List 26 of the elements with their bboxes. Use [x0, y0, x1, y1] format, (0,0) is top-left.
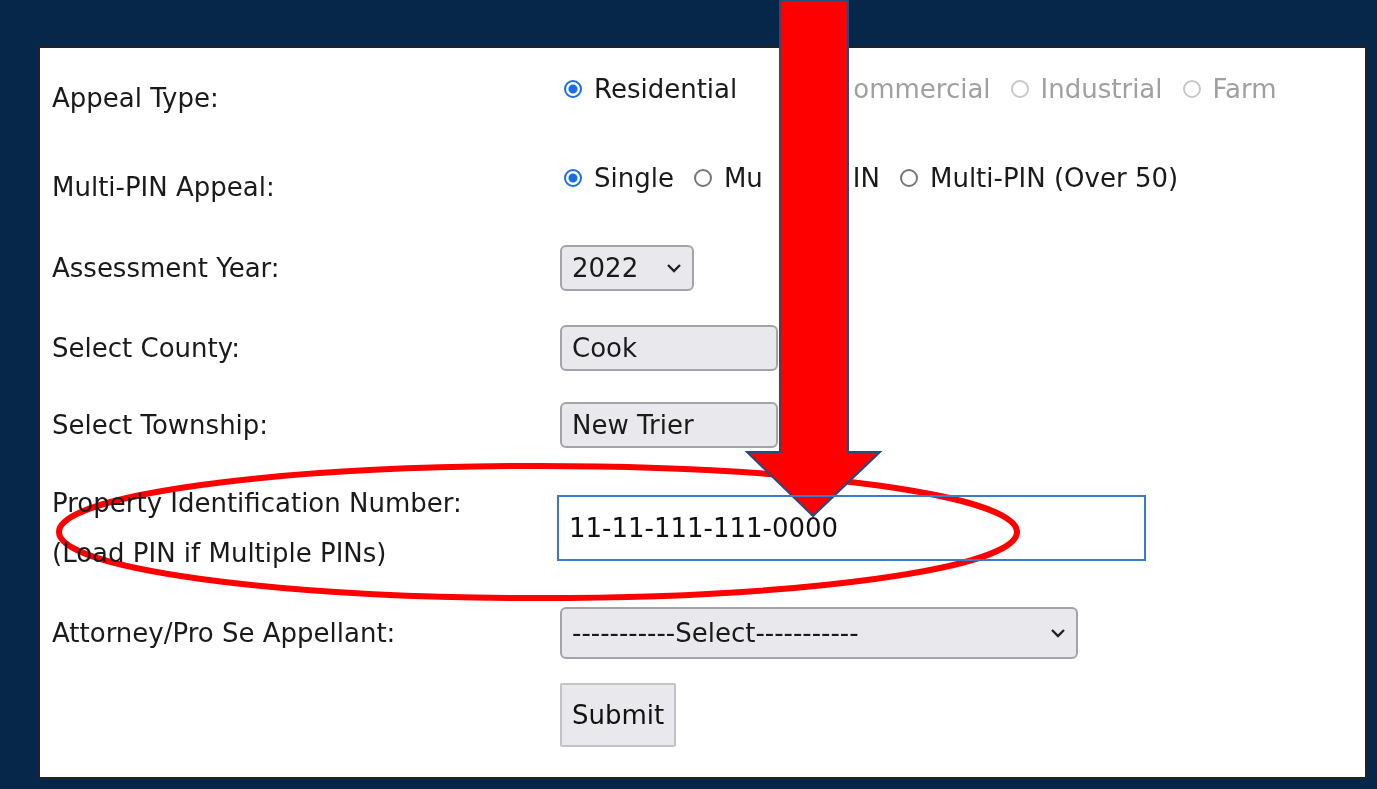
field-label: Multi-PIN Appeal: — [52, 171, 276, 202]
field-label: Attorney/Pro Se Appellant: — [52, 618, 397, 648]
pin-input[interactable]: 11-11-111-111-0000 — [557, 495, 1146, 561]
option-label: IN — [852, 163, 880, 193]
option-label: Multi-PIN (Over 50) — [930, 163, 1179, 193]
radio-button[interactable] — [564, 80, 582, 98]
field-label: Appeal Type: — [52, 82, 220, 113]
field-label: Assessment Year: — [52, 252, 281, 283]
option-label: Residential — [594, 74, 738, 104]
radio-button[interactable] — [693, 169, 712, 187]
county-select[interactable]: Cook — [560, 324, 778, 371]
caret-icon — [666, 262, 682, 273]
year-select[interactable]: 2022 — [560, 244, 694, 291]
option-label: Farm — [1212, 74, 1277, 104]
option-label: Mu — [723, 163, 763, 193]
caret-icon — [1050, 628, 1066, 638]
township-select[interactable]: New Trier — [560, 402, 778, 448]
attorney-select[interactable]: -----------Select----------- — [560, 607, 1078, 659]
field-label: Select Township: — [52, 410, 270, 440]
option-label: Industrial — [1040, 74, 1163, 104]
radio-button[interactable] — [564, 169, 582, 187]
option-label: Single — [594, 163, 674, 193]
submit-button[interactable]: Submit — [560, 683, 677, 747]
radio-button[interactable] — [900, 169, 918, 187]
field-label: Select County: — [52, 332, 241, 363]
option-label: ommercial — [853, 74, 991, 104]
